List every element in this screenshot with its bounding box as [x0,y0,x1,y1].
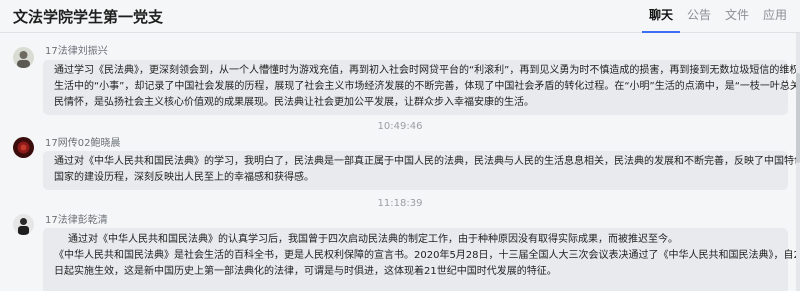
message-bubble[interactable]: 通过对《中华人民共和国民法典》的学习，我明白了，民法典是一部真正属于中国人民的法… [43,151,796,190]
avatar[interactable] [13,47,34,68]
message-text: 国家的建设历程，深刻反映出人民至上的幸福感和获得感。 [54,172,314,183]
message-text: 日起实施生效，这是新中国历史上第一部法典化的法律，可谓是与时俱进，这体现着21世… [54,266,557,277]
timestamp: 10:49:46 [377,121,423,132]
message-text: 生活中的“小事”，却记录了中国社会发展的历程，展现了社会主义市场经济发展的不断完… [54,81,796,92]
tab-announcement[interactable]: 公告 [680,0,718,33]
chat-header: 文法学院学生第一党支 聊天 公告 文件 应用 [0,0,800,33]
group-title: 文法学院学生第一党支 [13,8,164,26]
message-text: 《中华人民共和国民法典》是社会生活的百科全书，更是人民权利保障的宣言书。2020… [54,250,796,261]
message-text: 通过对《中华人民共和国民法典》的学习，我明白了，民法典是一部真正属于中国人民的法… [54,156,796,167]
message-text: 通过学习《民法典》，更深刻领会到，从一个人懵懂时为游戏充值，再到初入社会时网贷平… [54,65,796,76]
chat-message-list[interactable]: 17法律刘振兴 通过学习《民法典》，更深刻领会到，从一个人懵懂时为游戏充值，再到… [0,33,796,291]
timestamp: 11:18:39 [377,198,423,209]
avatar[interactable] [13,137,34,158]
sender-name: 17法律刘振兴 [45,46,108,57]
message-bubble[interactable]: 通过对《中华人民共和国民法典》的认真学习后，我国曾于四次启动民法典的制定工作，由… [43,228,796,291]
sender-name: 17网传02鲍晓晨 [45,138,121,149]
sender-name: 17法律彭乾清 [45,215,108,226]
scrollbar-thumb[interactable] [796,73,800,163]
tab-apps[interactable]: 应用 [756,0,794,33]
message-bubble[interactable]: 通过学习《民法典》，更深刻领会到，从一个人懵懂时为游戏充值，再到初入社会时网贷平… [43,60,796,115]
chat-scrollbar[interactable] [796,33,800,291]
tab-chat[interactable]: 聊天 [641,0,680,33]
avatar[interactable] [13,214,34,235]
message-text: 通过对《中华人民共和国民法典》的认真学习后，我国曾于四次启动民法典的制定工作，由… [68,234,678,245]
header-tabs: 聊天 公告 文件 应用 [641,0,794,33]
tab-files[interactable]: 文件 [718,0,756,33]
message-text: 民情怀，是弘扬社会主义核心价值观的成果展现。民法典让社会更加公平发展，让群众步入… [54,97,534,108]
